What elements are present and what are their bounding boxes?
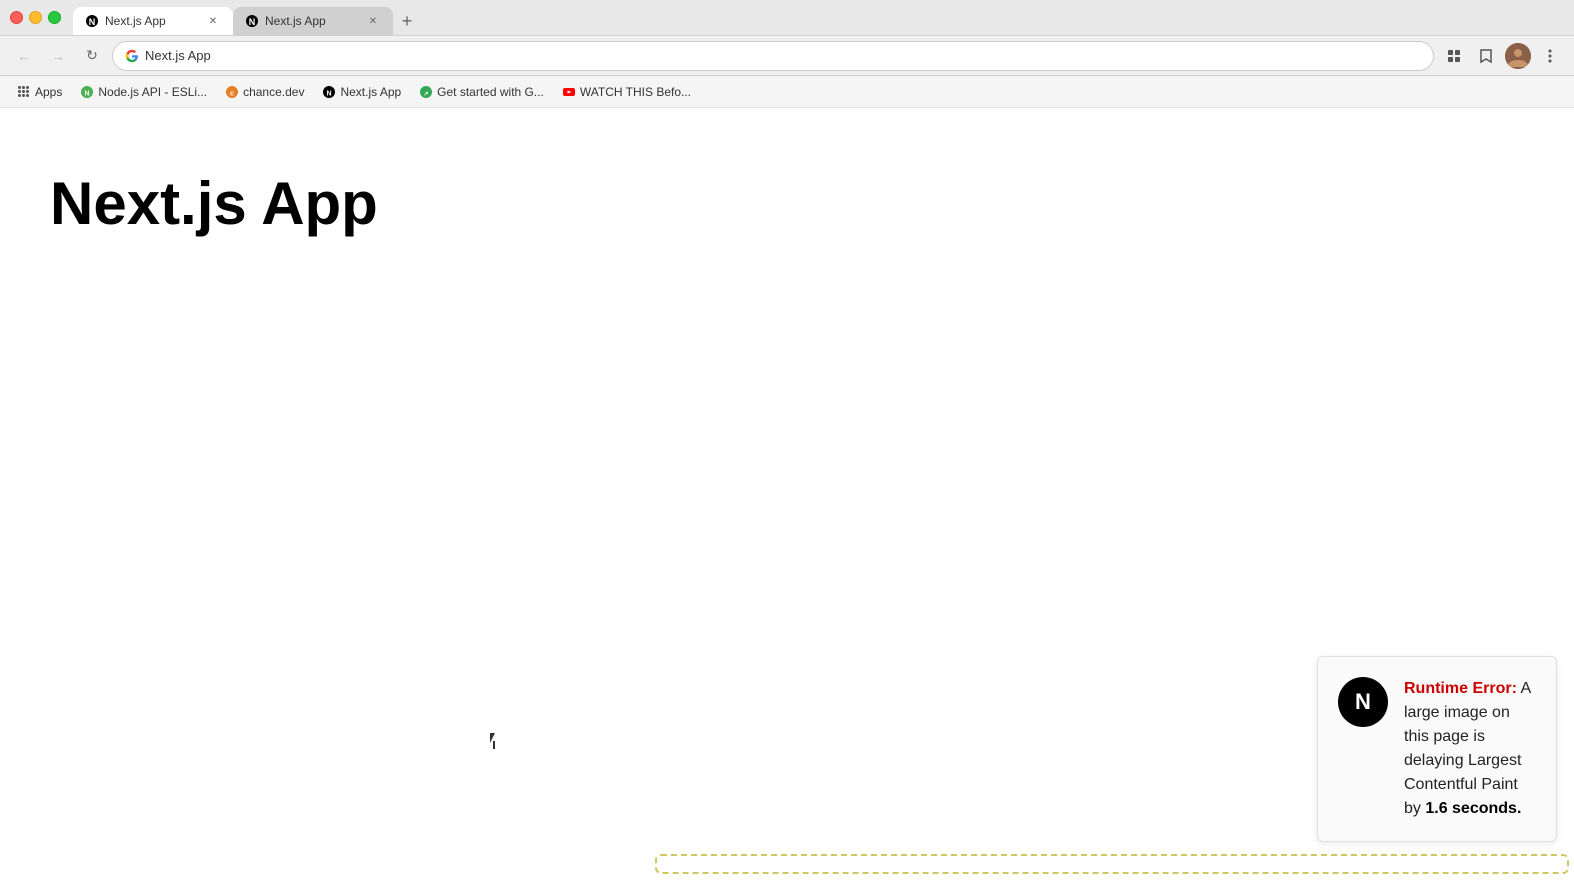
- close-button[interactable]: [10, 11, 23, 24]
- extensions-button[interactable]: [1440, 42, 1468, 70]
- profile-button[interactable]: [1504, 42, 1532, 70]
- apps-grid-icon: [18, 86, 29, 97]
- apps-label: Apps: [35, 85, 62, 99]
- minimize-button[interactable]: [29, 11, 42, 24]
- traffic-lights: [10, 11, 61, 24]
- bookmark-chancedev[interactable]: c chance.dev: [217, 82, 312, 102]
- error-label: Runtime Error:: [1404, 680, 1517, 697]
- title-bar: N Next.js App ✕ N Next.js App ✕ +: [0, 0, 1574, 36]
- avatar-image: [1505, 43, 1531, 69]
- new-tab-button[interactable]: +: [393, 7, 421, 35]
- bookmark-getstarted-label: Get started with G...: [437, 85, 544, 99]
- bookmark-nextjs[interactable]: N Next.js App: [314, 82, 409, 102]
- svg-text:N: N: [327, 90, 332, 97]
- nextjs-favicon: N: [322, 85, 336, 99]
- tab-2[interactable]: N Next.js App ✕: [233, 7, 393, 35]
- error-duration: 1.6 seconds.: [1425, 800, 1521, 817]
- forward-button[interactable]: →: [44, 42, 72, 70]
- cursor: [490, 733, 502, 751]
- menu-button[interactable]: [1536, 42, 1564, 70]
- avatar: [1505, 43, 1531, 69]
- error-message: A large image on this page is delaying L…: [1404, 680, 1530, 817]
- next-logo: N: [1338, 677, 1388, 727]
- tab-1-close[interactable]: ✕: [205, 13, 221, 29]
- apps-bookmark[interactable]: Apps: [10, 82, 70, 102]
- svg-text:c: c: [230, 90, 234, 97]
- address-bar-container[interactable]: [112, 41, 1434, 71]
- kebab-menu-icon: [1542, 48, 1558, 64]
- bookmark-youtube[interactable]: WATCH THIS Befo...: [554, 82, 699, 102]
- puzzle-icon: [1446, 48, 1462, 64]
- next-logo-letter: N: [1355, 689, 1371, 715]
- toolbar-right: [1440, 42, 1564, 70]
- next-favicon-2: N: [245, 14, 259, 28]
- reload-button[interactable]: ↻: [78, 42, 106, 70]
- tab-2-title: Next.js App: [265, 14, 359, 28]
- nodejs-favicon: N: [80, 85, 94, 99]
- svg-text:N: N: [249, 17, 256, 27]
- tab-1[interactable]: N Next.js App ✕: [73, 7, 233, 35]
- getstarted-favicon: ↗: [419, 85, 433, 99]
- back-button[interactable]: ←: [10, 42, 38, 70]
- bookmark-chancedev-label: chance.dev: [243, 85, 304, 99]
- bookmark-button[interactable]: [1472, 42, 1500, 70]
- bookmarks-bar: Apps N Node.js API - ESLi... c chance.de…: [0, 76, 1574, 108]
- page-heading: Next.js App: [0, 108, 1574, 240]
- tab-2-close[interactable]: ✕: [365, 13, 381, 29]
- chancedev-favicon: c: [225, 85, 239, 99]
- bookmark-nextjs-label: Next.js App: [340, 85, 401, 99]
- tab-1-title: Next.js App: [105, 14, 199, 28]
- svg-text:↗: ↗: [424, 91, 429, 97]
- page-content: Next.js App N Runtime Error: A large ima…: [0, 108, 1574, 894]
- bookmark-youtube-label: WATCH THIS Befo...: [580, 85, 691, 99]
- youtube-favicon: [562, 85, 576, 99]
- tabs-area: N Next.js App ✕ N Next.js App ✕ +: [73, 0, 1564, 35]
- bookmark-icon: [1478, 48, 1494, 64]
- next-favicon-1: N: [85, 14, 99, 28]
- bookmark-getstarted[interactable]: ↗ Get started with G...: [411, 82, 552, 102]
- toolbar: ← → ↻: [0, 36, 1574, 76]
- bookmark-nodejs[interactable]: N Node.js API - ESLi...: [72, 82, 215, 102]
- error-panel: N Runtime Error: A large image on this p…: [1317, 656, 1557, 842]
- address-input[interactable]: [145, 48, 1421, 63]
- error-panel-wrapper: N Runtime Error: A large image on this p…: [655, 854, 1569, 874]
- bookmark-nodejs-label: Node.js API - ESLi...: [98, 85, 207, 99]
- svg-text:N: N: [85, 90, 90, 97]
- error-text: Runtime Error: A large image on this pag…: [1404, 677, 1536, 821]
- maximize-button[interactable]: [48, 11, 61, 24]
- google-icon: [125, 49, 139, 63]
- svg-text:N: N: [89, 17, 96, 27]
